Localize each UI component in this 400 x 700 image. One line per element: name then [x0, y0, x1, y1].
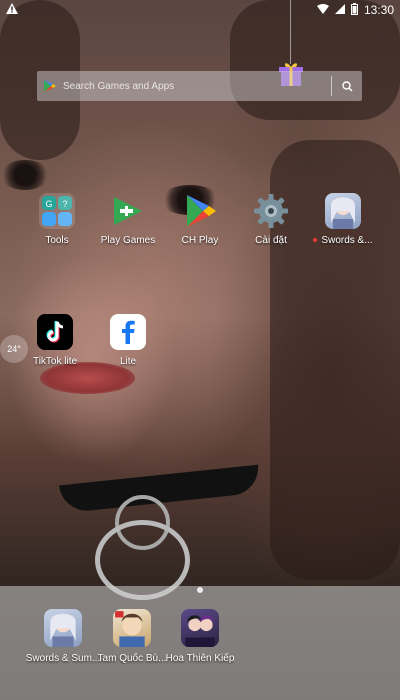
app-label: Tools [45, 235, 69, 246]
app-label: Tam Quốc Bù... [97, 653, 167, 664]
status-time: 13:30 [363, 3, 394, 17]
signal-icon [334, 3, 345, 17]
hoa-thien-kiep-icon [181, 609, 219, 647]
app-label: Swords &... [313, 235, 373, 246]
tools-folder-icon: G ? [39, 193, 75, 229]
app-label: Swords & Sum... [25, 653, 101, 664]
app-facebook-lite[interactable]: Lite [88, 314, 168, 367]
app-label: Play Games [100, 235, 156, 246]
search-input[interactable]: Search Games and Apps [63, 81, 331, 92]
swords-game-icon [44, 609, 82, 647]
app-label: Lite [119, 356, 137, 367]
play-games-icon [110, 193, 146, 229]
app-settings[interactable]: Cài đặt [231, 193, 311, 246]
search-icon [341, 80, 352, 91]
app-ch-play[interactable]: CH Play [160, 193, 240, 246]
tam-quoc-game-icon [113, 609, 151, 647]
play-store-logo-icon [44, 80, 56, 92]
tiktok-icon [37, 314, 73, 350]
gift-string [290, 0, 291, 64]
svg-text:G: G [45, 199, 52, 209]
app-label: TikTok lite [32, 356, 78, 367]
swords-game-icon [325, 193, 361, 229]
app-tools[interactable]: G ? Tools [17, 193, 97, 246]
warning-icon [6, 3, 18, 17]
facebook-lite-icon [110, 314, 146, 350]
app-tiktok-lite[interactable]: TikTok lite [15, 314, 95, 367]
svg-text:?: ? [62, 199, 67, 209]
page-indicator[interactable] [197, 587, 203, 593]
app-label: Hoa Thiên Kiếp [165, 653, 235, 664]
battery-icon [350, 2, 358, 18]
app-play-games[interactable]: Play Games [88, 193, 168, 246]
search-button[interactable] [332, 71, 362, 101]
wifi-icon [316, 3, 329, 17]
settings-gear-icon [253, 193, 289, 229]
dock-app-swords[interactable]: Swords & Sum... [23, 609, 103, 664]
status-bar: 13:30 [0, 0, 400, 20]
unread-dot [313, 238, 318, 243]
google-play-icon [182, 193, 218, 229]
app-label: CH Play [181, 235, 219, 246]
dock-app-hoa-thien-kiep[interactable]: Hoa Thiên Kiếp [160, 609, 240, 664]
search-bar[interactable]: Search Games and Apps [37, 71, 362, 101]
app-label: Cài đặt [255, 235, 287, 246]
app-swords[interactable]: Swords &... [303, 193, 383, 246]
